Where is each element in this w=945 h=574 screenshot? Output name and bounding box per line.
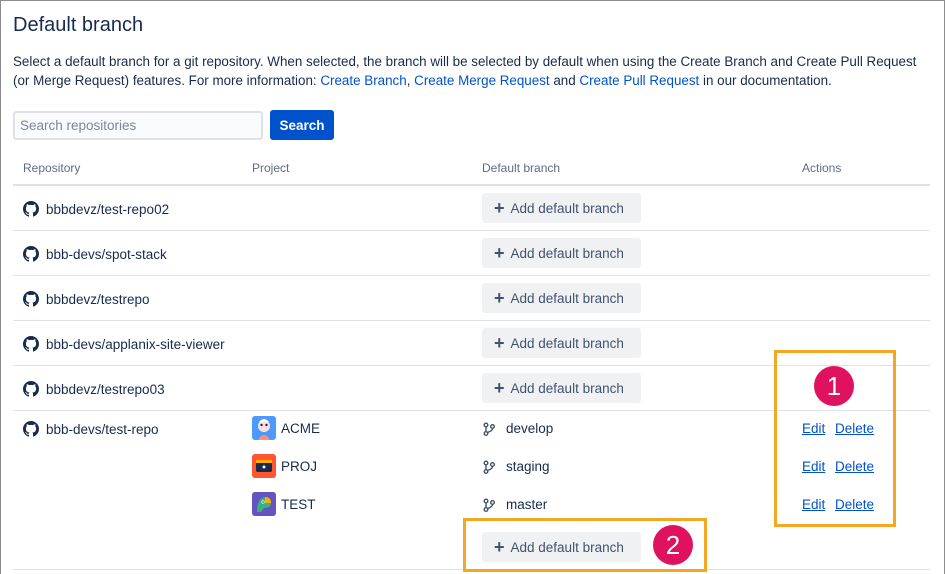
- add-default-branch-button[interactable]: + Add default branch: [482, 283, 641, 313]
- github-icon: [23, 291, 39, 307]
- project-test: TEST: [252, 492, 316, 516]
- add-default-branch-button[interactable]: + Add default branch: [482, 193, 641, 223]
- branch-master: master: [482, 497, 547, 512]
- repository-name: bbb-devs/spot-stack: [46, 246, 167, 262]
- plus-icon: +: [494, 333, 505, 353]
- repository-name: bbb-devs/applanix-site-viewer: [46, 336, 225, 352]
- page-description: Select a default branch for a git reposi…: [13, 52, 928, 90]
- add-default-branch-label: Add default branch: [510, 335, 624, 351]
- add-default-branch-label: Add default branch: [510, 290, 624, 306]
- table-row-repository: bbb-devs/applanix-site-viewer: [23, 336, 225, 352]
- github-icon: [23, 421, 39, 437]
- column-header-actions: Actions: [802, 161, 842, 175]
- repository-name: bbbdevz/testrepo03: [46, 381, 165, 397]
- git-branch-icon: [483, 422, 495, 436]
- acme-avatar-icon: [252, 416, 276, 440]
- project-acme: ACME: [252, 416, 320, 440]
- header-divider: [13, 184, 930, 186]
- project-name: ACME: [281, 420, 321, 436]
- github-icon: [23, 336, 39, 352]
- plus-icon: +: [494, 288, 505, 308]
- description-suffix: in our documentation.: [699, 73, 832, 88]
- branch-name: staging: [506, 459, 550, 474]
- add-default-branch-label: Add default branch: [510, 245, 624, 261]
- search-input[interactable]: [13, 111, 263, 140]
- row-divider: [13, 320, 930, 321]
- table-row-repository: bbb-devs/test-repo: [23, 421, 159, 437]
- proj-avatar-icon: [252, 454, 276, 478]
- test-avatar-icon: [252, 492, 276, 516]
- add-default-branch-label: Add default branch: [510, 200, 624, 216]
- create-merge-request-link[interactable]: Create Merge Request: [414, 73, 549, 88]
- add-default-branch-label: Add default branch: [510, 380, 624, 396]
- row-divider: [13, 230, 930, 231]
- callout-badge-2: 2: [653, 525, 693, 565]
- branch-name: develop: [506, 421, 554, 436]
- search-button[interactable]: Search: [270, 110, 334, 140]
- row-divider: [13, 275, 930, 276]
- plus-icon: +: [494, 198, 505, 218]
- add-default-branch-button[interactable]: + Add default branch: [482, 328, 641, 358]
- add-default-branch-button[interactable]: + Add default branch: [482, 238, 641, 268]
- column-header-project: Project: [252, 161, 290, 175]
- plus-icon: +: [494, 243, 505, 263]
- project-name: PROJ: [281, 458, 318, 474]
- column-header-repository: Repository: [23, 161, 81, 175]
- column-header-default-branch: Default branch: [482, 161, 561, 175]
- table-row-repository: bbbdevz/testrepo03: [23, 381, 165, 397]
- branch-staging: staging: [482, 459, 550, 474]
- add-default-branch-button[interactable]: + Add default branch: [482, 373, 641, 403]
- create-pull-request-link[interactable]: Create Pull Request: [579, 73, 699, 88]
- repository-name: bbbdevz/testrepo: [46, 291, 150, 307]
- git-branch-icon: [483, 460, 495, 474]
- branch-name: master: [506, 497, 548, 512]
- repository-name: bbbdevz/test-repo02: [46, 201, 170, 217]
- table-row-repository: bbb-devs/spot-stack: [23, 246, 167, 262]
- github-icon: [23, 381, 39, 397]
- create-branch-link[interactable]: Create Branch: [320, 73, 406, 88]
- git-branch-icon: [483, 498, 495, 512]
- project-name: TEST: [281, 496, 316, 512]
- github-icon: [23, 246, 39, 262]
- table-row-repository: bbbdevz/testrepo: [23, 291, 150, 307]
- callout-badge-1: 1: [814, 366, 854, 406]
- page-title: Default branch: [13, 14, 144, 36]
- repository-name: bbb-devs/test-repo: [46, 421, 159, 437]
- branch-develop: develop: [482, 421, 553, 436]
- project-proj: PROJ: [252, 454, 317, 478]
- table-row-repository: bbbdevz/test-repo02: [23, 201, 169, 217]
- plus-icon: +: [494, 378, 505, 398]
- separator: and: [549, 73, 580, 88]
- github-icon: [23, 201, 39, 217]
